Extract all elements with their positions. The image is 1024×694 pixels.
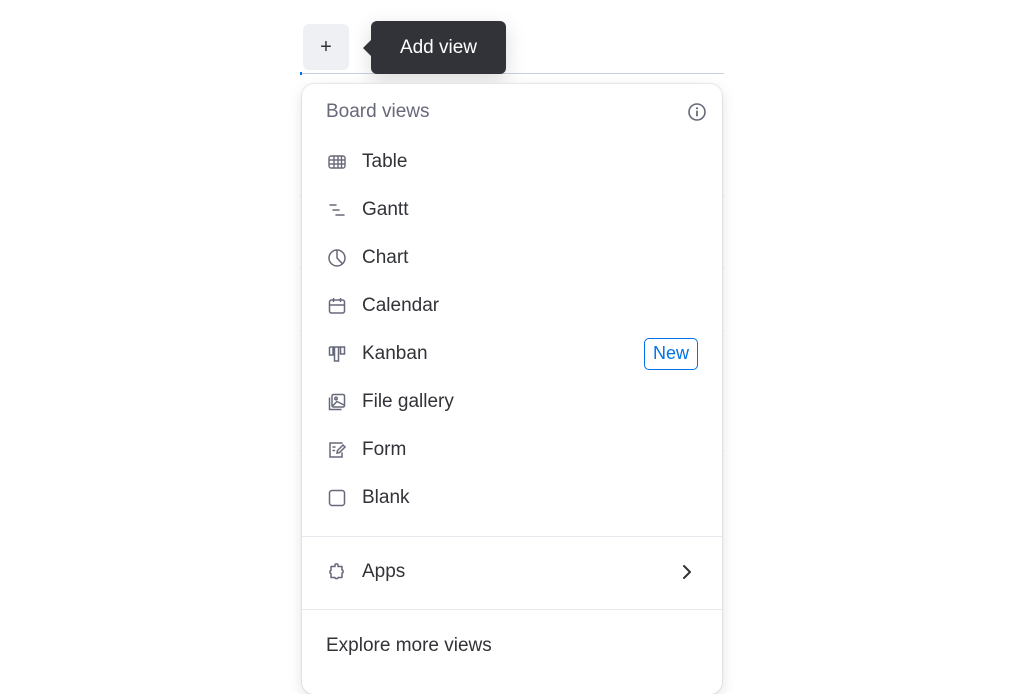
menu-item-form[interactable]: Form	[302, 428, 722, 472]
menu-item-kanban[interactable]: Kanban New	[302, 332, 722, 376]
kanban-icon	[326, 343, 348, 365]
chart-icon	[326, 247, 348, 269]
chevron-right-icon	[676, 561, 698, 583]
info-icon[interactable]	[686, 101, 708, 123]
puzzle-icon	[326, 561, 348, 583]
menu-item-label: Form	[362, 439, 407, 460]
menu-header-title: Board views	[326, 101, 430, 122]
menu-item-calendar[interactable]: Calendar	[302, 284, 722, 328]
menu-divider	[302, 609, 722, 610]
plus-icon: +	[320, 35, 332, 58]
table-icon	[326, 151, 348, 173]
menu-item-apps[interactable]: Apps	[302, 550, 722, 594]
views-tab-underline	[300, 72, 724, 75]
explore-more-views-label: Explore more views	[326, 635, 492, 656]
menu-item-blank[interactable]: Blank	[302, 476, 722, 520]
add-view-button[interactable]: +	[303, 24, 349, 70]
menu-item-label: Gantt	[362, 199, 409, 220]
gantt-icon	[326, 199, 348, 221]
calendar-icon	[326, 295, 348, 317]
menu-header: Board views	[326, 98, 708, 126]
menu-item-label: Table	[362, 151, 408, 172]
menu-item-table[interactable]: Table	[302, 140, 722, 184]
file-gallery-icon	[326, 391, 348, 413]
form-icon	[326, 439, 348, 461]
menu-item-chart[interactable]: Chart	[302, 236, 722, 280]
menu-item-label: Chart	[362, 247, 409, 268]
tooltip-text: Add view	[399, 36, 478, 58]
menu-item-label: Calendar	[362, 295, 440, 316]
new-badge: New	[643, 338, 698, 370]
menu-item-gantt[interactable]: Gantt	[302, 188, 722, 232]
menu-item-label: Kanban	[362, 343, 428, 364]
add-view-tooltip: Add view	[363, 21, 506, 74]
menu-item-label: Apps	[362, 561, 406, 582]
menu-item-file-gallery[interactable]: File gallery	[302, 380, 722, 424]
menu-item-label: Blank	[362, 487, 410, 508]
menu-divider	[302, 536, 722, 537]
add-view-menu: Board views Table Gantt Chart Calendar K…	[302, 84, 722, 694]
explore-more-views-link[interactable]: Explore more views	[302, 624, 722, 668]
menu-item-label: File gallery	[362, 391, 454, 412]
blank-icon	[326, 487, 348, 509]
